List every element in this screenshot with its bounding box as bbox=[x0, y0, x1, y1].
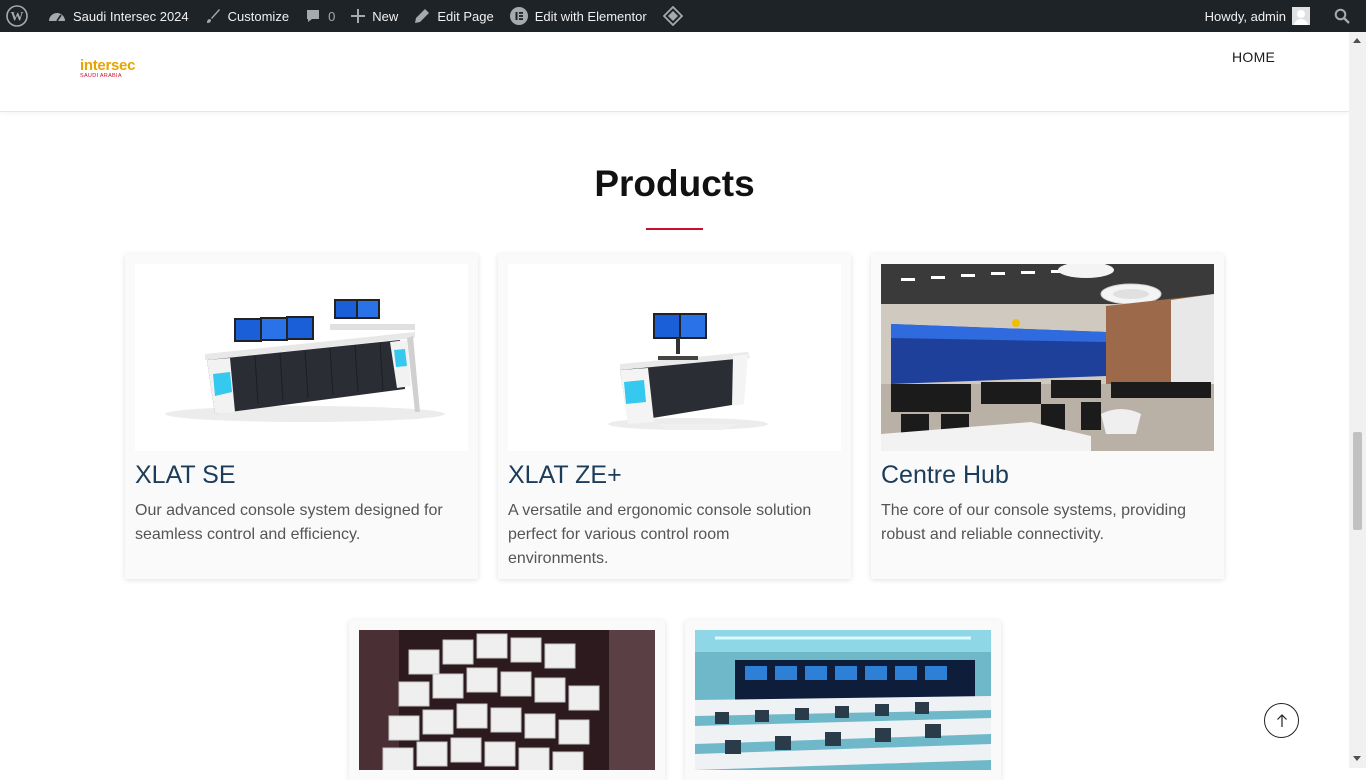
edit-with-elementor-link[interactable]: Edit with Elementor bbox=[502, 0, 655, 32]
site-header: intersec SAUDI ARABIA HOME bbox=[0, 32, 1349, 112]
search-icon bbox=[1334, 8, 1350, 24]
product-title-xlat-se[interactable]: XLAT SE bbox=[135, 461, 236, 490]
product-image-xlat-se[interactable] bbox=[135, 264, 468, 451]
nav-home-link[interactable]: HOME bbox=[1232, 49, 1275, 65]
product-image-xlat-ze-plus[interactable] bbox=[508, 264, 841, 451]
site-name-label: Saudi Intersec 2024 bbox=[73, 8, 189, 24]
product-card-xlat-ze-plus[interactable]: XLAT ZE+ A versatile and ergonomic conso… bbox=[498, 254, 851, 579]
product-description-xlat-ze-plus: A versatile and ergonomic console soluti… bbox=[508, 502, 812, 567]
svg-text:W: W bbox=[11, 9, 24, 24]
product-title-xlat-ze-plus[interactable]: XLAT ZE+ bbox=[508, 461, 622, 490]
product-image-centre-hub[interactable] bbox=[881, 264, 1214, 451]
product-description-centre-hub: The core of our console systems, providi… bbox=[881, 502, 1187, 543]
product-title-centre-hub[interactable]: Centre Hub bbox=[881, 461, 1009, 490]
product-card-5[interactable] bbox=[685, 620, 1001, 780]
edit-page-link[interactable]: Edit Page bbox=[406, 0, 501, 32]
dashboard-gauge-icon bbox=[48, 9, 66, 23]
products-heading: Products bbox=[594, 163, 755, 204]
wordpress-icon: W bbox=[6, 5, 28, 27]
scroll-down-arrow-icon[interactable] bbox=[1353, 756, 1361, 761]
plus-icon bbox=[351, 9, 366, 23]
wordpress-logo-menu[interactable]: W bbox=[0, 0, 40, 32]
scroll-up-arrow-icon[interactable] bbox=[1353, 38, 1361, 43]
product-description-xlat-se: Our advanced console system designed for… bbox=[135, 502, 443, 543]
new-content-menu[interactable]: New bbox=[343, 0, 406, 32]
logo-subtitle: SAUDI ARABIA bbox=[80, 73, 122, 79]
product-card-xlat-se[interactable]: XLAT SE Our advanced console system desi… bbox=[125, 254, 478, 579]
arrow-up-icon bbox=[1276, 713, 1288, 728]
avatar bbox=[1292, 7, 1310, 25]
comments-count: 0 bbox=[328, 8, 336, 24]
product-card-centre-hub[interactable]: Centre Hub The core of our console syste… bbox=[871, 254, 1224, 579]
comment-bubble-icon bbox=[305, 8, 321, 24]
scrollbar-thumb[interactable] bbox=[1353, 432, 1362, 530]
diamond-plugin-menu[interactable] bbox=[655, 0, 691, 32]
logo-wordmark: intersec bbox=[80, 57, 136, 74]
page-scrollbar[interactable] bbox=[1349, 32, 1366, 768]
heading-underline-divider bbox=[646, 228, 703, 230]
site-logo[interactable]: intersec SAUDI ARABIA bbox=[80, 58, 135, 80]
admin-bar-search[interactable] bbox=[1326, 0, 1366, 32]
paintbrush-icon bbox=[205, 8, 221, 24]
edit-page-label: Edit Page bbox=[437, 8, 494, 24]
my-account-menu[interactable]: Howdy, admin bbox=[1197, 0, 1326, 32]
elementor-icon bbox=[509, 7, 528, 25]
new-label: New bbox=[372, 8, 399, 24]
comments-link[interactable]: 0 bbox=[297, 0, 343, 32]
product-image-4[interactable] bbox=[359, 630, 655, 770]
back-to-top-button[interactable] bbox=[1264, 703, 1299, 738]
wp-admin-bar: W Saudi Intersec 2024 Customize 0 New Ed… bbox=[0, 0, 1366, 32]
diamond-plugin-icon bbox=[662, 6, 683, 26]
howdy-label: Howdy, admin bbox=[1204, 8, 1286, 24]
customize-label: Customize bbox=[227, 8, 290, 24]
product-image-5[interactable] bbox=[695, 630, 991, 770]
site-name-menu[interactable]: Saudi Intersec 2024 bbox=[40, 0, 197, 32]
pencil-icon bbox=[414, 8, 430, 24]
product-card-4[interactable] bbox=[349, 620, 665, 780]
customize-link[interactable]: Customize bbox=[197, 0, 297, 32]
edit-elementor-label: Edit with Elementor bbox=[534, 8, 647, 24]
